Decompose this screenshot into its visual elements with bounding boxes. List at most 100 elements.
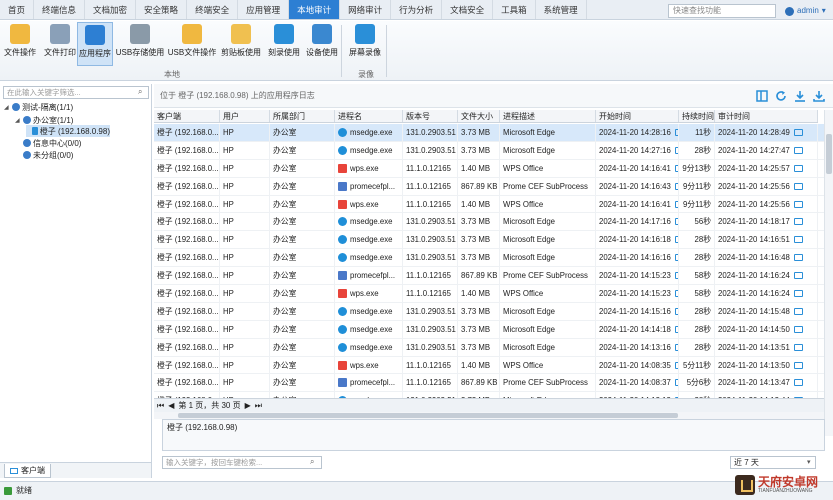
tab-clients[interactable]: 客户端 xyxy=(4,464,51,478)
column-header-4[interactable]: 版本号 xyxy=(403,110,458,122)
table-cell: 2024-11-20 14:15:23 xyxy=(596,267,679,285)
tree-node-4[interactable]: 未分组(0/0) xyxy=(15,149,73,161)
monitor-icon[interactable] xyxy=(793,307,803,315)
table-row[interactable]: 橙子 (192.168.0... HP 办公室 promecefpl... 11.1.0… xyxy=(154,177,824,196)
vertical-scrollbar[interactable] xyxy=(824,110,833,436)
table-row[interactable]: 橙子 (192.168.0... HP 办公室 msedge.exe 131.0.290… xyxy=(154,213,824,232)
detail-search-input[interactable]: 输入关键字，按回车键检索... xyxy=(162,456,322,469)
column-header-3[interactable]: 进程名 xyxy=(335,110,403,122)
ribbon-button-4[interactable]: USB文件操作 xyxy=(166,22,218,66)
ribbon-button-8[interactable]: 屏幕录像 xyxy=(348,22,382,66)
table-row[interactable]: 橙子 (192.168.0... HP 办公室 msedge.exe 131.0.290… xyxy=(154,302,824,321)
tab-0[interactable]: 首页 xyxy=(0,0,35,19)
monitor-icon[interactable] xyxy=(793,379,803,387)
monitor-icon[interactable] xyxy=(793,236,803,244)
tab-4[interactable]: 终端安全 xyxy=(187,0,239,19)
ribbon-button-0[interactable]: 文件操作 xyxy=(2,22,38,66)
ribbon-button-7[interactable]: 设备使用 xyxy=(304,22,340,66)
tab-11[interactable]: 系统管理 xyxy=(536,0,587,19)
column-header-9[interactable]: 审计时间 xyxy=(715,110,818,122)
table-cell: 2024-11-20 14:15:48 xyxy=(715,302,818,320)
tree-filter-input[interactable]: 在此输入关键字筛选... xyxy=(3,86,149,99)
monitor-icon[interactable] xyxy=(793,254,803,262)
table-cell: 867.89 KB xyxy=(458,267,500,285)
cell-text: Microsoft Edge xyxy=(503,306,556,316)
table-row[interactable]: 橙子 (192.168.0... HP 办公室 msedge.exe 131.0.290… xyxy=(154,124,824,142)
scrollbar-thumb[interactable] xyxy=(826,134,832,174)
ribbon-button-6[interactable]: 刻录使用 xyxy=(266,22,302,66)
monitor-icon[interactable] xyxy=(793,200,803,208)
tab-7[interactable]: 网络审计 xyxy=(340,0,392,19)
expand-arrow-icon[interactable]: ◢ xyxy=(4,104,10,111)
columns-icon[interactable] xyxy=(756,90,768,102)
table-row[interactable]: 橙子 (192.168.0... HP 办公室 promecefpl... 11.1.0… xyxy=(154,267,824,286)
cell-text: promecefpl... xyxy=(350,181,396,191)
time-range-select[interactable]: 近 7 天 xyxy=(730,456,816,469)
ribbon-button-5[interactable]: 剪贴板使用 xyxy=(219,22,263,66)
monitor-icon[interactable] xyxy=(793,289,803,297)
column-header-7[interactable]: 开始时间 xyxy=(596,110,679,122)
table-row[interactable]: 橙子 (192.168.0... HP 办公室 msedge.exe 131.0.290… xyxy=(154,249,824,268)
cell-text: 2024-11-20 14:16:18 xyxy=(599,235,671,245)
next-page-icon[interactable]: ▶ xyxy=(245,401,251,410)
chevron-down-icon[interactable]: ▾ xyxy=(807,456,811,469)
edge-app-icon xyxy=(338,253,347,263)
tree-node-3[interactable]: 信息中心(0/0) xyxy=(15,137,81,149)
monitor-icon[interactable] xyxy=(793,325,803,333)
tab-6[interactable]: 本地审计 xyxy=(289,0,341,19)
table-row[interactable]: 橙子 (192.168.0... HP 办公室 wps.exe 11.1.0.12165… xyxy=(154,159,824,178)
last-page-icon[interactable]: ⏭ xyxy=(255,401,262,411)
tab-9[interactable]: 文档安全 xyxy=(442,0,494,19)
monitor-icon[interactable] xyxy=(793,361,803,369)
table-cell: HP xyxy=(220,195,270,213)
search-icon[interactable]: ⌕ xyxy=(138,87,148,98)
user-menu[interactable]: admin ▾ xyxy=(785,4,826,18)
ribbon-button-1[interactable]: 文件打印 xyxy=(42,22,78,66)
search-icon[interactable]: ⌕ xyxy=(310,457,320,468)
monitor-icon[interactable] xyxy=(793,343,803,351)
cell-text: msedge.exe xyxy=(350,306,393,316)
table-cell: Microsoft Edge xyxy=(500,302,596,320)
table-row[interactable]: 橙子 (192.168.0... HP 办公室 promecefpl... 11.1.0… xyxy=(154,374,824,393)
monitor-icon[interactable] xyxy=(793,128,803,136)
table-row[interactable]: 橙子 (192.168.0... HP 办公室 msedge.exe 131.0.290… xyxy=(154,141,824,160)
tab-10[interactable]: 工具箱 xyxy=(493,0,536,19)
refresh-icon[interactable] xyxy=(775,90,787,102)
column-header-6[interactable]: 进程描述 xyxy=(500,110,596,122)
table-cell: 2024-11-20 14:13:16 xyxy=(596,338,679,356)
table-row[interactable]: 橙子 (192.168.0... HP 办公室 wps.exe 11.1.0.12165… xyxy=(154,356,824,375)
tab-2[interactable]: 文档加密 xyxy=(85,0,137,19)
prev-page-icon[interactable]: ◀ xyxy=(168,401,174,410)
column-header-5[interactable]: 文件大小 xyxy=(458,110,500,122)
cell-text: 11.1.0.12165 xyxy=(406,271,451,281)
ribbon-button-3[interactable]: USB存储使用 xyxy=(116,22,164,66)
first-page-icon[interactable]: ⏮ xyxy=(157,401,164,411)
column-header-1[interactable]: 用户 xyxy=(220,110,270,122)
table-row[interactable]: 橙子 (192.168.0... HP 办公室 wps.exe 11.1.0.12165… xyxy=(154,285,824,303)
monitor-icon[interactable] xyxy=(793,218,803,226)
tree-node-0[interactable]: ◢ 测试-隔离(1/1) xyxy=(4,101,73,113)
horizontal-scrollbar[interactable] xyxy=(154,412,824,419)
ribbon-button-2[interactable]: 应用程序 xyxy=(77,22,113,66)
column-header-8[interactable]: 持续时间 xyxy=(679,110,715,122)
download-icon[interactable] xyxy=(813,90,825,102)
column-header-0[interactable]: 客户端 xyxy=(154,110,220,122)
tree-node-2[interactable]: 橙子 (192.168.0.98) xyxy=(26,125,110,137)
table-row[interactable]: 橙子 (192.168.0... HP 办公室 msedge.exe 131.0.290… xyxy=(154,320,824,339)
scrollbar-thumb[interactable] xyxy=(178,413,678,418)
tab-5[interactable]: 应用管理 xyxy=(238,0,290,19)
tab-3[interactable]: 安全策略 xyxy=(136,0,188,19)
table-row[interactable]: 橙子 (192.168.0... HP 办公室 wps.exe 11.1.0.12165… xyxy=(154,195,824,214)
monitor-icon[interactable] xyxy=(793,146,803,154)
table-row[interactable]: 橙子 (192.168.0... HP 办公室 msedge.exe 131.0.290… xyxy=(154,231,824,250)
export-icon[interactable] xyxy=(794,90,806,102)
quick-search-input[interactable]: 快速查找功能 xyxy=(668,4,776,18)
tab-8[interactable]: 行为分析 xyxy=(391,0,443,19)
column-header-2[interactable]: 所属部门 xyxy=(270,110,335,122)
expand-arrow-icon[interactable]: ◢ xyxy=(15,117,21,124)
table-row[interactable]: 橙子 (192.168.0... HP 办公室 msedge.exe 131.0.290… xyxy=(154,338,824,357)
monitor-icon[interactable] xyxy=(793,182,803,190)
tab-1[interactable]: 终端信息 xyxy=(34,0,86,19)
monitor-icon[interactable] xyxy=(793,272,803,280)
monitor-icon[interactable] xyxy=(793,164,803,172)
